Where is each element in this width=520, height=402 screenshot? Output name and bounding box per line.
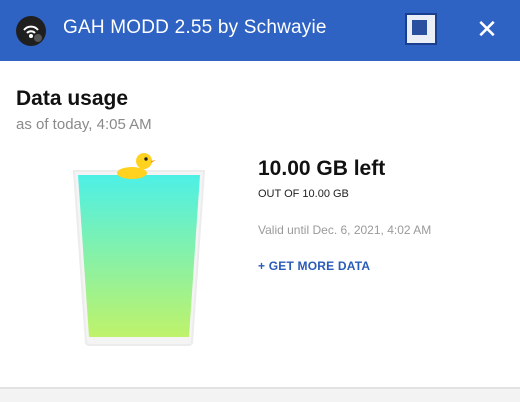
data-glass-graphic (72, 153, 206, 346)
window-title: GAH MODD 2.55 by Schwayie (63, 17, 327, 38)
app-icon (16, 16, 46, 46)
restore-window-button[interactable] (405, 13, 437, 45)
data-remaining: 10.00 GB left (258, 157, 386, 180)
next-card-edge (0, 389, 520, 402)
title-bar: GAH MODD 2.55 by Schwayie ✕ (0, 0, 520, 61)
data-liquid-fill (78, 175, 200, 337)
close-icon: ✕ (476, 14, 498, 44)
card-title: Data usage (16, 87, 129, 110)
close-button[interactable]: ✕ (471, 12, 503, 46)
valid-until: Valid until Dec. 6, 2021, 4:02 AM (258, 223, 432, 237)
data-total: OUT OF 10.00 GB (258, 188, 349, 200)
as-of-timestamp: as of today, 4:05 AM (16, 116, 152, 133)
data-usage-card: Data usage as of today, 4:05 AM 10.00 GB… (0, 61, 520, 389)
restore-window-icon (412, 20, 427, 35)
get-more-data-link[interactable]: + GET MORE DATA (258, 259, 370, 273)
